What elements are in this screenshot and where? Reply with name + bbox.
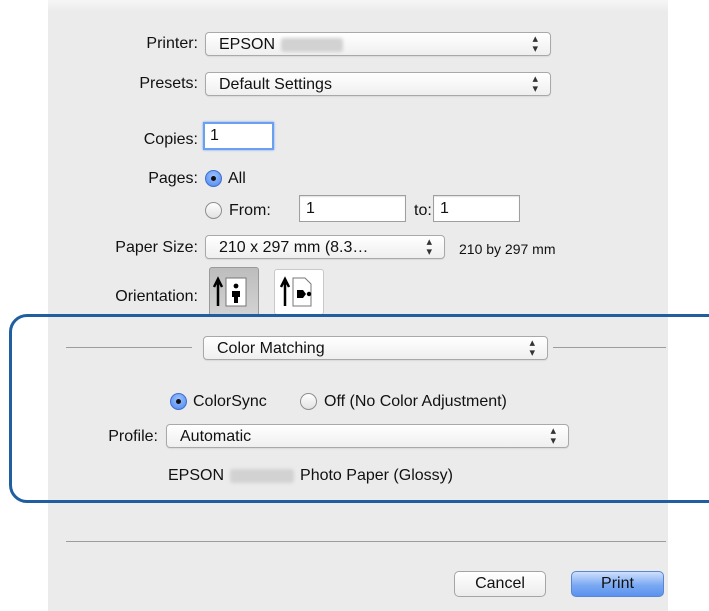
paper-size-label: Paper Size: bbox=[115, 239, 198, 256]
pages-to-field[interactable]: 1 bbox=[433, 195, 520, 222]
pages-to-value: 1 bbox=[440, 200, 449, 217]
cancel-button[interactable]: Cancel bbox=[454, 571, 546, 597]
orientation-landscape-button[interactable] bbox=[274, 269, 324, 315]
landscape-icon bbox=[279, 276, 312, 307]
popup-arrows-icon: ▴ ▾ bbox=[426, 236, 432, 258]
pages-from-field[interactable]: 1 bbox=[299, 195, 406, 222]
redacted-model bbox=[281, 37, 344, 52]
highlight-frame bbox=[9, 314, 709, 503]
presets-value: Default Settings bbox=[219, 76, 332, 93]
copies-value: 1 bbox=[210, 127, 219, 144]
paper-size-value: 210 x 297 mm (8.3… bbox=[219, 239, 369, 256]
orientation-portrait-button[interactable] bbox=[209, 267, 259, 317]
printer-value: EPSON bbox=[219, 35, 349, 55]
copies-label: Copies: bbox=[143, 131, 198, 148]
copies-field[interactable]: 1 bbox=[203, 122, 274, 150]
paper-size-dimensions: 210 by 297 mm bbox=[459, 241, 556, 257]
presets-popup[interactable]: Default Settings ▴ ▾ bbox=[205, 72, 551, 96]
portrait-icon bbox=[212, 276, 247, 307]
printer-popup[interactable]: EPSON ▴ ▾ bbox=[205, 32, 551, 56]
bottom-divider bbox=[66, 541, 666, 542]
pages-all-label: All bbox=[228, 170, 246, 187]
pages-from-label: From: bbox=[229, 202, 271, 219]
pages-from-value: 1 bbox=[306, 200, 315, 217]
pages-all-radio[interactable] bbox=[205, 170, 222, 187]
printer-label: Printer: bbox=[146, 35, 198, 52]
orientation-label: Orientation: bbox=[115, 288, 198, 305]
popup-arrows-icon: ▴ ▾ bbox=[532, 73, 538, 95]
dialog-top-edge bbox=[48, 0, 668, 12]
presets-label: Presets: bbox=[139, 75, 198, 92]
pages-to-label: to: bbox=[414, 202, 432, 219]
print-button[interactable]: Print bbox=[571, 571, 664, 597]
pages-from-radio[interactable] bbox=[205, 202, 222, 219]
popup-arrows-icon: ▴ ▾ bbox=[532, 33, 538, 55]
print-dialog: Printer: EPSON ▴ ▾ Presets: Default Setti… bbox=[48, 0, 668, 611]
pages-label: Pages: bbox=[148, 170, 198, 187]
paper-size-popup[interactable]: 210 x 297 mm (8.3… ▴ ▾ bbox=[205, 235, 445, 259]
